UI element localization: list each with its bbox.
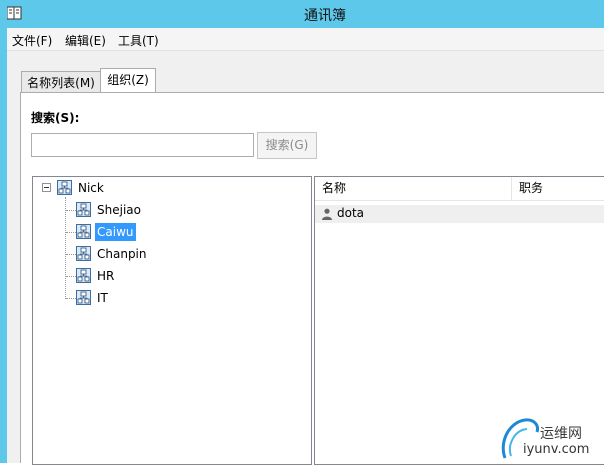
tree-node-label: HR bbox=[97, 269, 115, 283]
tree-node-label: Caiwu bbox=[95, 223, 136, 241]
tree-connector bbox=[66, 298, 76, 299]
search-label: 搜索(S): bbox=[31, 111, 80, 125]
tree-connector bbox=[66, 210, 76, 211]
watermark-text: 运维网 bbox=[540, 426, 582, 442]
watermark-url: iyunv.com bbox=[523, 442, 590, 457]
org-unit-icon bbox=[76, 246, 91, 261]
organization-tree[interactable]: Nick Shejiao Caiwu Chanpin HR IT bbox=[32, 176, 312, 465]
org-unit-icon bbox=[76, 290, 91, 305]
tree-node-label: Shejiao bbox=[97, 203, 141, 217]
tree-node-label: Nick bbox=[78, 181, 104, 195]
window-title: 通讯簿 bbox=[304, 8, 346, 24]
tree-node-label: Chanpin bbox=[97, 247, 147, 261]
menu-file[interactable]: 文件(F) bbox=[12, 32, 52, 49]
org-unit-icon bbox=[76, 202, 91, 217]
tree-connector bbox=[66, 232, 76, 233]
person-icon bbox=[322, 208, 332, 220]
org-unit-icon bbox=[57, 180, 72, 195]
menu-bar: 文件(F) 编辑(E) 工具(T) bbox=[7, 28, 604, 51]
collapse-toggle-icon[interactable] bbox=[42, 183, 51, 192]
tree-node-label: IT bbox=[97, 291, 108, 305]
org-unit-icon bbox=[76, 268, 91, 283]
tree-connector bbox=[66, 276, 76, 277]
list-header: 名称 职务 bbox=[315, 177, 604, 201]
menu-tools[interactable]: 工具(T) bbox=[118, 32, 159, 49]
column-header-name[interactable]: 名称 bbox=[315, 177, 512, 200]
tab-organization[interactable]: 组织(Z) bbox=[100, 68, 156, 93]
client-area: 名称列表(M) 组织(Z) 搜索(S): 搜索(G) Nick Shejiao … bbox=[7, 51, 604, 465]
search-input[interactable] bbox=[31, 133, 254, 157]
list-item-name: dota bbox=[337, 206, 365, 220]
column-header-title[interactable]: 职务 bbox=[512, 177, 604, 200]
tree-connector bbox=[66, 254, 76, 255]
title-bar[interactable]: 通讯簿 bbox=[0, 0, 604, 28]
tab-name-list[interactable]: 名称列表(M) bbox=[21, 71, 101, 93]
menu-edit[interactable]: 编辑(E) bbox=[65, 32, 106, 49]
list-item[interactable]: dota bbox=[315, 205, 604, 223]
org-unit-icon bbox=[76, 224, 91, 239]
tree-connector bbox=[65, 197, 66, 299]
search-button[interactable]: 搜索(G) bbox=[257, 132, 317, 159]
window-border bbox=[0, 0, 7, 463]
